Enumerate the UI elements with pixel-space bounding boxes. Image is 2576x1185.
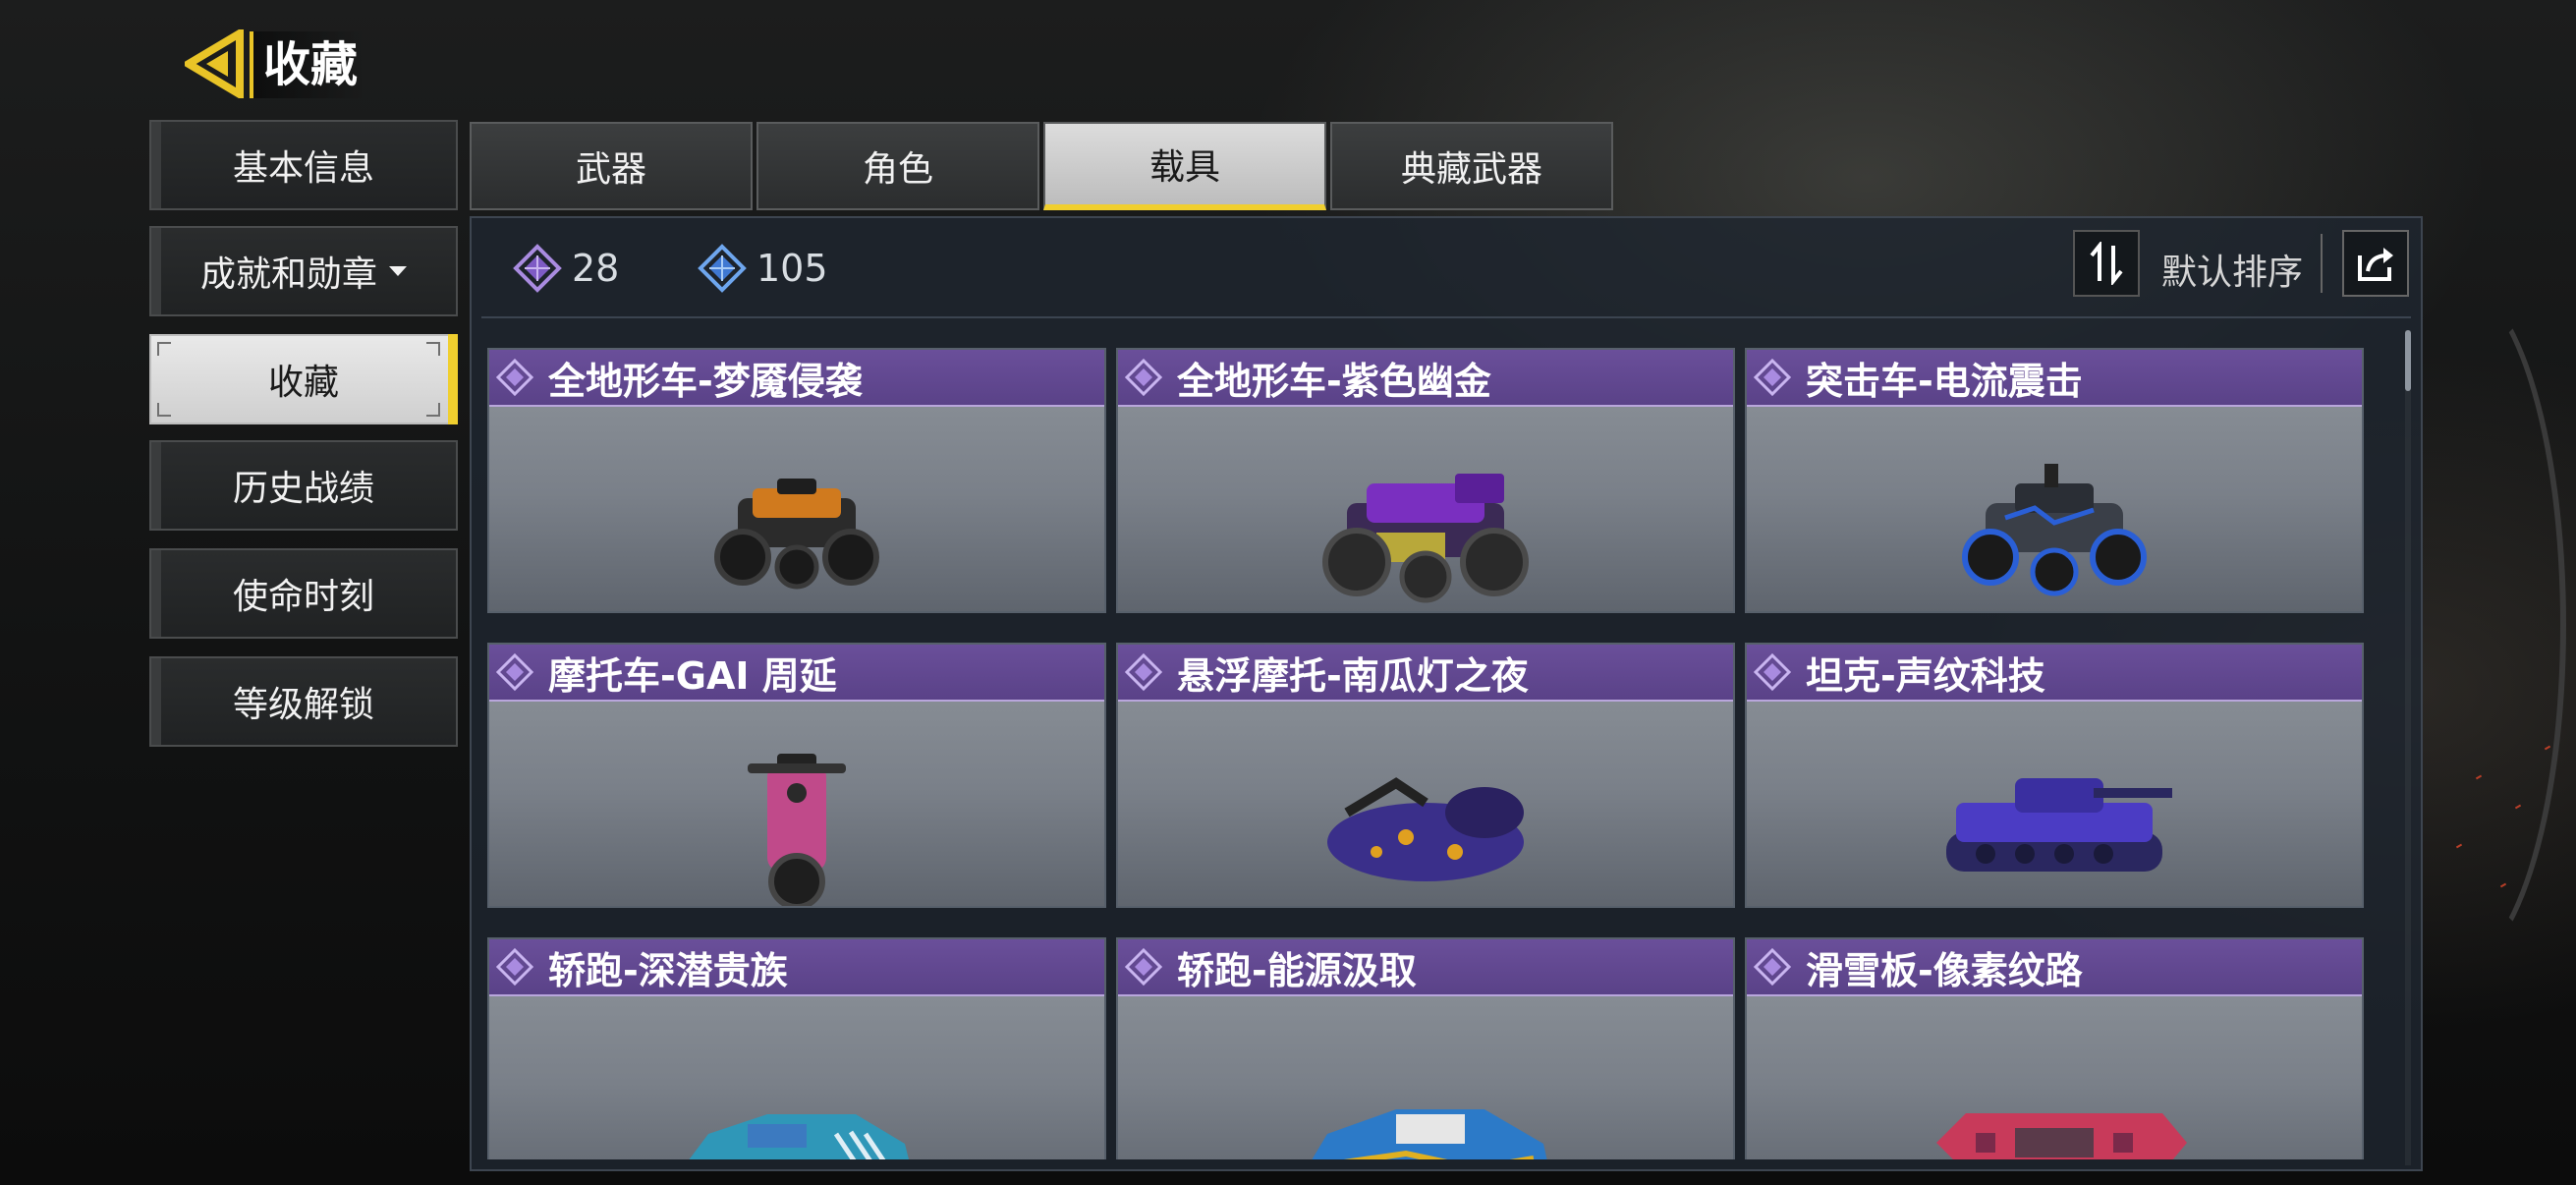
collection-item[interactable]: 滑雪板-像素纹路 — [1745, 937, 2364, 1159]
item-title-bar: 轿跑-能源汲取 — [1118, 939, 1733, 996]
share-icon — [2358, 248, 2393, 281]
sidebar-item-history[interactable]: 历史战绩 — [149, 440, 458, 531]
page-title: 收藏 — [250, 31, 366, 98]
item-name: 摩托车-GAI 周延 — [548, 653, 837, 698]
corner-bracket — [157, 403, 171, 417]
car-icon — [1312, 1108, 1547, 1159]
purple-diamond-icon — [1124, 947, 1163, 987]
background-ember — [2514, 804, 2522, 810]
chevron-down-icon — [389, 266, 407, 276]
buggy-icon — [1962, 463, 2147, 596]
item-name: 悬浮摩托-南瓜灯之夜 — [1177, 653, 1529, 698]
purple-diamond-icon — [1753, 358, 1792, 397]
tab-label: 典藏武器 — [1400, 149, 1542, 190]
item-name: 轿跑-能源汲取 — [1177, 948, 1417, 992]
atv-icon — [714, 478, 879, 590]
collection-item[interactable]: 轿跑-能源汲取 — [1116, 937, 1735, 1159]
purple-diamond-icon — [1753, 652, 1792, 692]
item-title-bar: 全地形车-梦魇侵袭 — [489, 350, 1104, 407]
purple-diamond-icon — [1124, 652, 1163, 692]
sidebar-item-label: 等级解锁 — [232, 685, 374, 725]
tank-icon — [1946, 777, 2172, 872]
blue-diamond-icon — [698, 244, 747, 293]
corner-bracket — [426, 342, 440, 356]
sidebar-item-label: 历史战绩 — [232, 469, 374, 509]
purple-diamond-icon — [1124, 358, 1163, 397]
sidebar-item-collection[interactable]: 收藏 — [149, 334, 458, 424]
collection-item[interactable]: 全地形车-梦魇侵袭 — [487, 348, 1106, 613]
sidebar-item-label: 使命时刻 — [232, 577, 374, 617]
tab-legendary-weapons[interactable]: 典藏武器 — [1330, 122, 1613, 210]
collection-panel: 28 105 默认排序 全地形车-梦魇侵袭 全地形车-紫色幽金 突击车-电流震击… — [470, 216, 2423, 1171]
hoverbike-icon — [1327, 776, 1524, 881]
purple-diamond-icon — [495, 358, 534, 397]
background-ember — [2499, 882, 2507, 888]
snowboard-icon — [1936, 1113, 2187, 1159]
item-name: 轿跑-深潜贵族 — [548, 948, 788, 992]
purple-diamond-icon — [513, 244, 562, 293]
sort-label[interactable]: 默认排序 — [2161, 244, 2303, 295]
tab-vehicles[interactable]: 载具 — [1043, 122, 1326, 210]
share-button[interactable] — [2342, 230, 2409, 297]
item-title-bar: 坦克-声纹科技 — [1747, 645, 2362, 702]
item-title-bar: 摩托车-GAI 周延 — [489, 645, 1104, 702]
blue-count: 105 — [698, 244, 828, 293]
back-button[interactable] — [181, 26, 244, 102]
divider — [2321, 234, 2323, 293]
item-title-bar: 滑雪板-像素纹路 — [1747, 939, 2362, 996]
background-ember — [2475, 774, 2483, 780]
item-title-bar: 轿跑-深潜贵族 — [489, 939, 1104, 996]
collection-item[interactable]: 全地形车-紫色幽金 — [1116, 348, 1735, 613]
sidebar-item-basic-info[interactable]: 基本信息 — [149, 120, 458, 210]
motorcycle-icon — [748, 753, 846, 906]
sidebar-item-label: 成就和勋章 — [199, 254, 377, 295]
background-ember — [2455, 843, 2463, 849]
collection-item[interactable]: 摩托车-GAI 周延 — [487, 643, 1106, 908]
collection-grid: 全地形车-梦魇侵袭 全地形车-紫色幽金 突击车-电流震击 摩托车-GAI 周延 … — [487, 348, 2370, 1159]
collection-item[interactable]: 坦克-声纹科技 — [1745, 643, 2364, 908]
corner-bracket — [157, 342, 171, 356]
corner-bracket — [426, 403, 440, 417]
item-title-bar: 突击车-电流震击 — [1747, 350, 2362, 407]
blue-count-value: 105 — [756, 247, 828, 290]
item-name: 全地形车-梦魇侵袭 — [548, 359, 863, 403]
back-arrow-icon — [181, 26, 244, 102]
collection-item[interactable]: 轿跑-深潜贵族 — [487, 937, 1106, 1159]
sort-toggle-button[interactable] — [2073, 230, 2140, 297]
tab-label: 角色 — [862, 149, 933, 190]
item-title-bar: 全地形车-紫色幽金 — [1118, 350, 1733, 407]
tab-characters[interactable]: 角色 — [756, 122, 1039, 210]
item-name: 全地形车-紫色幽金 — [1177, 359, 1491, 403]
item-name: 突击车-电流震击 — [1806, 359, 2083, 403]
purple-diamond-icon — [1753, 947, 1792, 987]
purple-diamond-icon — [495, 652, 534, 692]
sidebar-item-moments[interactable]: 使命时刻 — [149, 548, 458, 639]
scrollbar-thumb[interactable] — [2405, 330, 2411, 391]
sort-arrows-icon — [2090, 242, 2123, 285]
collection-item[interactable]: 突击车-电流震击 — [1745, 348, 2364, 613]
purple-count: 28 — [513, 244, 619, 293]
tab-label: 武器 — [575, 149, 646, 190]
item-title-bar: 悬浮摩托-南瓜灯之夜 — [1118, 645, 1733, 702]
atv-icon — [1322, 473, 1529, 603]
background-ember — [2544, 745, 2551, 751]
car-icon — [689, 1113, 910, 1159]
tab-label: 载具 — [1148, 147, 1220, 188]
sidebar-item-achievements[interactable]: 成就和勋章 — [149, 226, 458, 316]
divider — [481, 316, 2411, 318]
purple-diamond-icon — [495, 947, 534, 987]
sidebar-item-level-unlock[interactable]: 等级解锁 — [149, 656, 458, 747]
item-name: 坦克-声纹科技 — [1806, 653, 2045, 698]
tab-weapons[interactable]: 武器 — [470, 122, 753, 210]
item-name: 滑雪板-像素纹路 — [1806, 948, 2083, 992]
sidebar-item-label: 基本信息 — [232, 148, 374, 189]
scrollbar-track[interactable] — [2405, 330, 2411, 1165]
purple-count-value: 28 — [572, 247, 620, 290]
sidebar-item-label: 收藏 — [267, 363, 339, 403]
collection-item[interactable]: 悬浮摩托-南瓜灯之夜 — [1116, 643, 1735, 908]
